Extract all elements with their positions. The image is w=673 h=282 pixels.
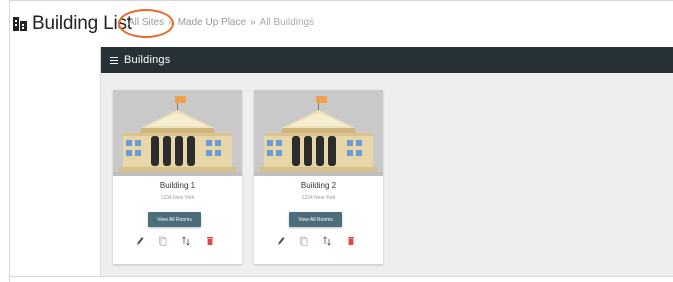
panel-title: Buildings (124, 54, 171, 66)
trash-delete-icon[interactable] (346, 235, 356, 247)
content-frame-bottom (9, 276, 673, 277)
trash-delete-icon[interactable] (205, 235, 215, 247)
pencil-edit-icon[interactable] (276, 235, 286, 247)
panel-header: Buildings (101, 47, 673, 73)
building-name: Building 2 (300, 181, 337, 190)
building-card[interactable]: Building 1 1234 New York View All Rooms (113, 90, 242, 264)
copy-icon[interactable] (157, 235, 167, 247)
breadcrumb-made-up-place[interactable]: Made Up Place (178, 17, 246, 28)
copy-icon[interactable] (298, 235, 308, 247)
content-frame-left (9, 0, 10, 282)
card-actions (254, 235, 383, 247)
pencil-edit-icon[interactable] (135, 235, 145, 247)
card-actions (113, 235, 242, 247)
breadcrumb: All Sites » Made Up Place » All Building… (128, 17, 314, 28)
breadcrumb-all-buildings: All Buildings (259, 17, 315, 28)
building-card[interactable]: Building 2 1234 New York View All Rooms (254, 90, 383, 264)
page-header: Building List (13, 12, 132, 36)
hamburger-menu-icon[interactable] (110, 56, 118, 64)
building-name: Building 1 (159, 181, 196, 190)
building-address: 1234 New York (160, 195, 195, 201)
building-address: 1234 New York (301, 195, 336, 201)
view-all-rooms-button[interactable]: View All Rooms (148, 212, 201, 227)
building-image (113, 90, 242, 176)
building-image (254, 90, 383, 176)
sort-arrows-icon[interactable] (181, 235, 191, 247)
content-frame-top (9, 0, 673, 1)
breadcrumb-separator: » (168, 17, 174, 28)
building-icon (13, 17, 27, 31)
page-title: Building List (32, 13, 132, 34)
breadcrumb-all-sites[interactable]: All Sites (128, 17, 164, 28)
sort-arrows-icon[interactable] (322, 235, 332, 247)
breadcrumb-separator: » (250, 17, 256, 28)
view-all-rooms-button[interactable]: View All Rooms (289, 212, 342, 227)
